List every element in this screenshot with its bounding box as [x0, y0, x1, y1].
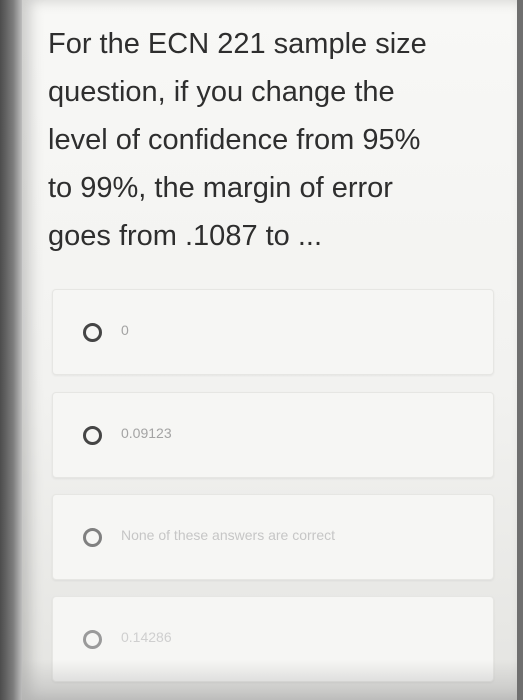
- question-line: goes from .1087 to ...: [48, 220, 323, 252]
- answer-option-4[interactable]: 0.14286: [52, 596, 494, 682]
- answer-option-label: 0: [121, 322, 129, 338]
- answer-option-2[interactable]: 0.09123: [52, 392, 494, 478]
- radio-button[interactable]: [83, 323, 102, 342]
- question-line: question, if you change the: [48, 76, 395, 108]
- question-line: level of confidence from 95%: [48, 124, 421, 156]
- answer-option-1[interactable]: 0: [52, 289, 494, 375]
- radio-button[interactable]: [83, 528, 102, 547]
- answer-option-label: 0.09123: [121, 425, 172, 441]
- radio-button[interactable]: [83, 426, 102, 445]
- quiz-screen: For the ECN 221 sample size question, if…: [22, 0, 517, 700]
- answer-option-3[interactable]: None of these answers are correct: [52, 494, 494, 580]
- question-line: For the ECN 221 sample size: [48, 28, 427, 60]
- answer-option-label: 0.14286: [121, 629, 172, 645]
- answer-option-label: None of these answers are correct: [121, 527, 335, 543]
- question-text: For the ECN 221 sample size question, if…: [48, 20, 478, 260]
- device-bezel: [0, 0, 22, 700]
- question-line: to 99%, the margin of error: [48, 172, 393, 204]
- radio-button[interactable]: [83, 630, 102, 649]
